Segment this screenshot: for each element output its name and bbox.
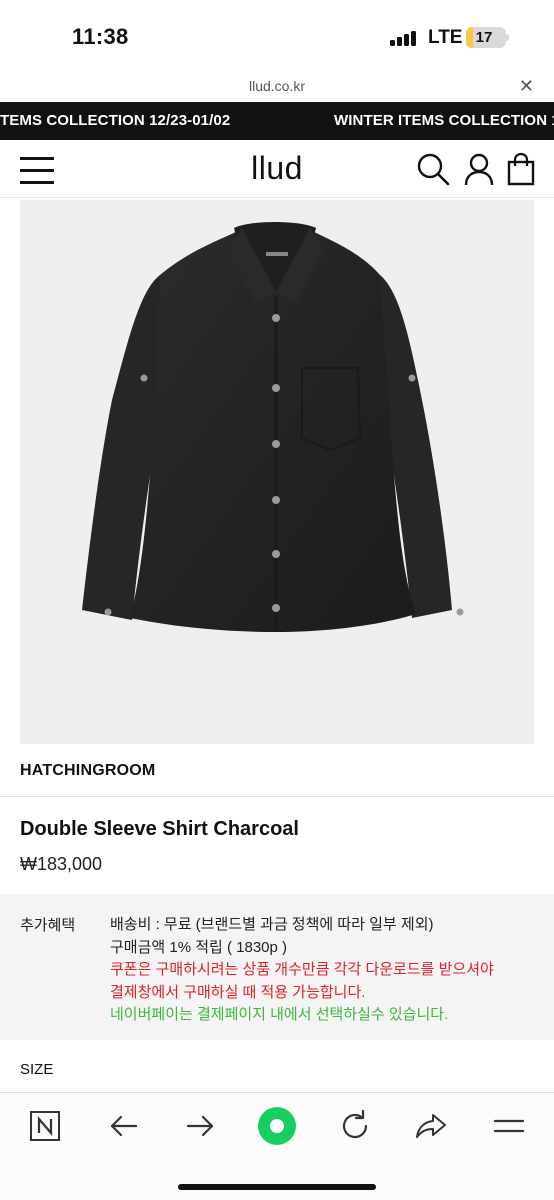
benefit-line: 구매금액 1% 적립 ( 1830p ) [110, 938, 288, 956]
battery-tip [506, 34, 509, 41]
shopping-bag-icon[interactable] [505, 152, 539, 186]
forward-arrow-icon[interactable] [184, 1109, 218, 1143]
promo-marquee[interactable]: TEMS COLLECTION 12/23-01/02 WINTER ITEMS… [0, 102, 554, 140]
promo-text[interactable]: TEMS COLLECTION 12/23-01/02 [0, 112, 230, 129]
benefit-box: 추가혜택 배송비 : 무료 (브랜드별 과금 정책에 따라 일부 제외) 구매금… [0, 894, 554, 1040]
brand-name[interactable]: HATCHINGROOM [20, 762, 155, 780]
benefit-lines: 배송비 : 무료 (브랜드별 과금 정책에 따라 일부 제외) 구매금액 1% … [110, 914, 494, 1027]
divider [0, 796, 554, 797]
url-bar[interactable]: llud.co.kr ✕ [0, 72, 554, 102]
battery-level: 17 [475, 29, 493, 46]
search-icon[interactable] [416, 152, 450, 186]
benefit-line: 네이버페이는 결제페이지 내에서 선택하실수 있습니다. [110, 1006, 449, 1023]
shirt-image [82, 222, 464, 632]
back-arrow-icon[interactable] [106, 1109, 140, 1143]
url-text[interactable]: llud.co.kr [0, 78, 554, 94]
share-icon[interactable] [414, 1109, 448, 1143]
status-bar: 11:38 LTE 17 [0, 0, 554, 70]
benefit-line: 배송비 : 무료 (브랜드별 과금 정책에 따라 일부 제외) [110, 916, 434, 933]
network-label: LTE [428, 27, 463, 48]
site-header: llud [0, 140, 554, 198]
menu-lines-icon[interactable] [492, 1109, 526, 1143]
product-price: ₩183,000 [20, 854, 103, 874]
size-label: SIZE [20, 1061, 54, 1078]
product-image[interactable] [20, 200, 534, 744]
close-icon[interactable]: ✕ [519, 76, 534, 97]
benefit-label: 추가혜택 [20, 917, 76, 934]
home-indicator[interactable] [178, 1184, 376, 1190]
signal-icon [390, 30, 416, 46]
promo-text[interactable]: WINTER ITEMS COLLECTION 12 [334, 112, 554, 129]
user-icon[interactable] [462, 152, 496, 186]
benefit-line: 결제창에서 구매하실 때 적용 가능합니다. [110, 983, 366, 1001]
benefit-line: 쿠폰은 구매하시려는 상품 개수만큼 각각 다운로드를 받으셔야 [110, 961, 494, 978]
status-time: 11:38 [72, 24, 129, 49]
green-dot-icon[interactable] [257, 1106, 297, 1146]
reload-icon[interactable] [338, 1109, 372, 1143]
naver-n-icon[interactable] [28, 1109, 62, 1143]
product-name: Double Sleeve Shirt Charcoal [20, 818, 299, 840]
battery-icon: 17 [466, 27, 506, 48]
